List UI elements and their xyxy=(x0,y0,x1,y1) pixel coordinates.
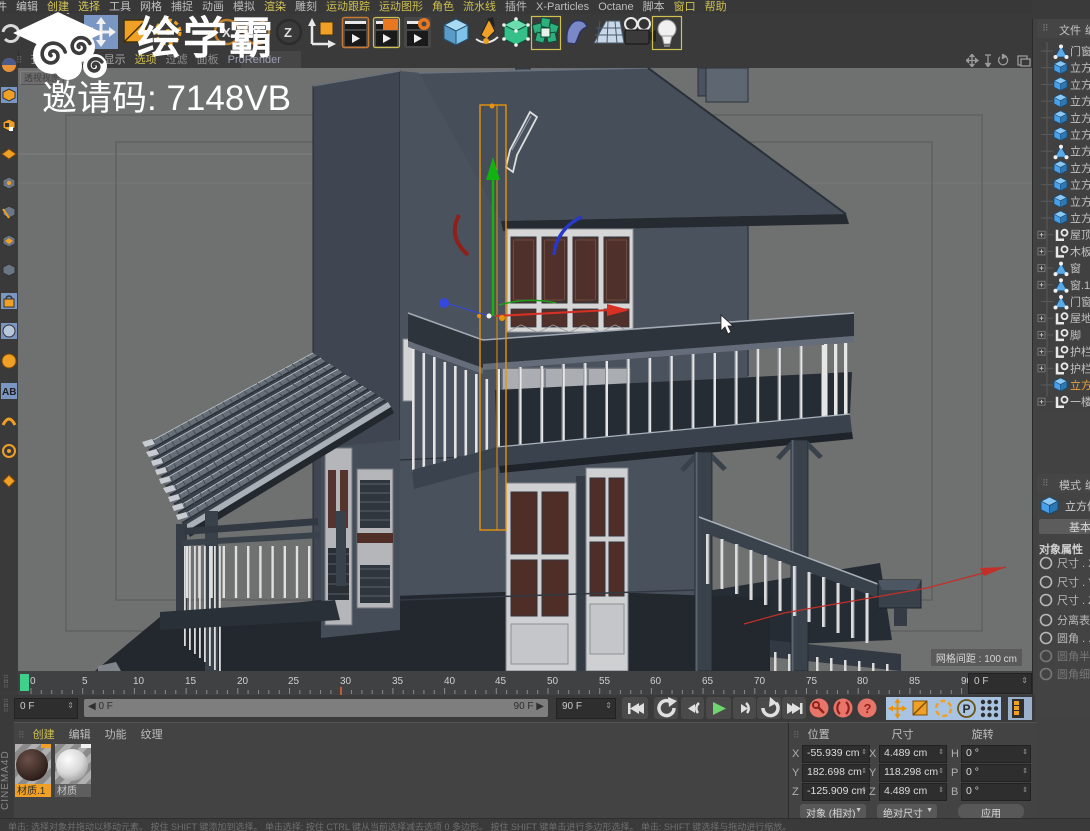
svg-text:45: 45 xyxy=(495,676,507,687)
svg-text:圆角半径: 圆角半径 xyxy=(1057,649,1090,663)
svg-text:立方体: 立方体 xyxy=(1070,211,1090,225)
svg-text:对象属性: 对象属性 xyxy=(1039,542,1083,556)
svg-text:护栏1: 护栏1 xyxy=(1070,345,1090,359)
svg-text:护栏1: 护栏1 xyxy=(1070,361,1090,375)
svg-text:立方体: 立方体 xyxy=(1070,178,1090,192)
svg-text:材质.1: 材质.1 xyxy=(17,784,46,797)
svg-text:20: 20 xyxy=(237,676,249,687)
svg-text:立方体: 立方体 xyxy=(1065,499,1090,513)
svg-text:门窗: 门窗 xyxy=(1070,295,1090,309)
svg-text:脚: 脚 xyxy=(1070,328,1081,342)
svg-text:立方体: 立方体 xyxy=(1070,128,1090,142)
svg-text:圆角细分: 圆角细分 xyxy=(1057,668,1090,681)
svg-text:65: 65 xyxy=(702,676,714,687)
svg-text:0: 0 xyxy=(30,676,36,687)
svg-text:AB: AB xyxy=(2,387,16,398)
svg-text:圆角 . . .: 圆角 . . . xyxy=(1057,632,1090,645)
svg-text:立方体: 立方体 xyxy=(1070,161,1090,175)
svg-text:立方体: 立方体 xyxy=(1070,111,1090,125)
svg-text:立方体: 立方体 xyxy=(1070,194,1090,208)
svg-text:尺寸 . Y: 尺寸 . Y xyxy=(1057,575,1090,589)
svg-text:窗.1: 窗.1 xyxy=(1070,278,1090,292)
svg-text:立方体: 立方体 xyxy=(1070,94,1090,108)
svg-text:75: 75 xyxy=(806,676,818,687)
svg-text:窗: 窗 xyxy=(1070,261,1081,275)
svg-text:尺寸 . Z: 尺寸 . Z xyxy=(1057,593,1090,607)
svg-text:15: 15 xyxy=(185,676,197,687)
svg-text:木板: 木板 xyxy=(1070,244,1090,258)
svg-text:70: 70 xyxy=(754,676,766,687)
svg-text:35: 35 xyxy=(392,676,404,687)
svg-text:立方体: 立方体 xyxy=(1070,77,1090,91)
svg-text:立方体: 立方体 xyxy=(1070,61,1090,75)
svg-text:?: ? xyxy=(864,701,872,716)
svg-text:P: P xyxy=(963,702,971,716)
svg-text:一楼地: 一楼地 xyxy=(1070,395,1090,409)
svg-text:立方体: 立方体 xyxy=(1070,144,1090,158)
svg-text:85: 85 xyxy=(909,676,921,687)
svg-text:10: 10 xyxy=(133,676,145,687)
svg-text:材质: 材质 xyxy=(57,784,77,797)
svg-text:40: 40 xyxy=(444,676,456,687)
svg-text:80: 80 xyxy=(857,676,869,687)
svg-text:立方体: 立方体 xyxy=(1070,378,1090,392)
svg-text:50: 50 xyxy=(547,676,559,687)
svg-text:60: 60 xyxy=(650,676,662,687)
svg-text:分离表面: 分离表面 xyxy=(1057,613,1090,627)
svg-text:55: 55 xyxy=(599,676,611,687)
svg-text:尺寸 . X: 尺寸 . X xyxy=(1057,556,1090,570)
svg-text:5: 5 xyxy=(82,676,88,687)
svg-text:门窗: 门窗 xyxy=(1070,44,1090,58)
svg-text:屋顶: 屋顶 xyxy=(1070,229,1090,242)
svg-text:基本: 基本 xyxy=(1069,520,1090,534)
svg-text:25: 25 xyxy=(288,676,300,687)
svg-text:屋地面: 屋地面 xyxy=(1070,312,1090,325)
svg-text:30: 30 xyxy=(340,676,352,687)
